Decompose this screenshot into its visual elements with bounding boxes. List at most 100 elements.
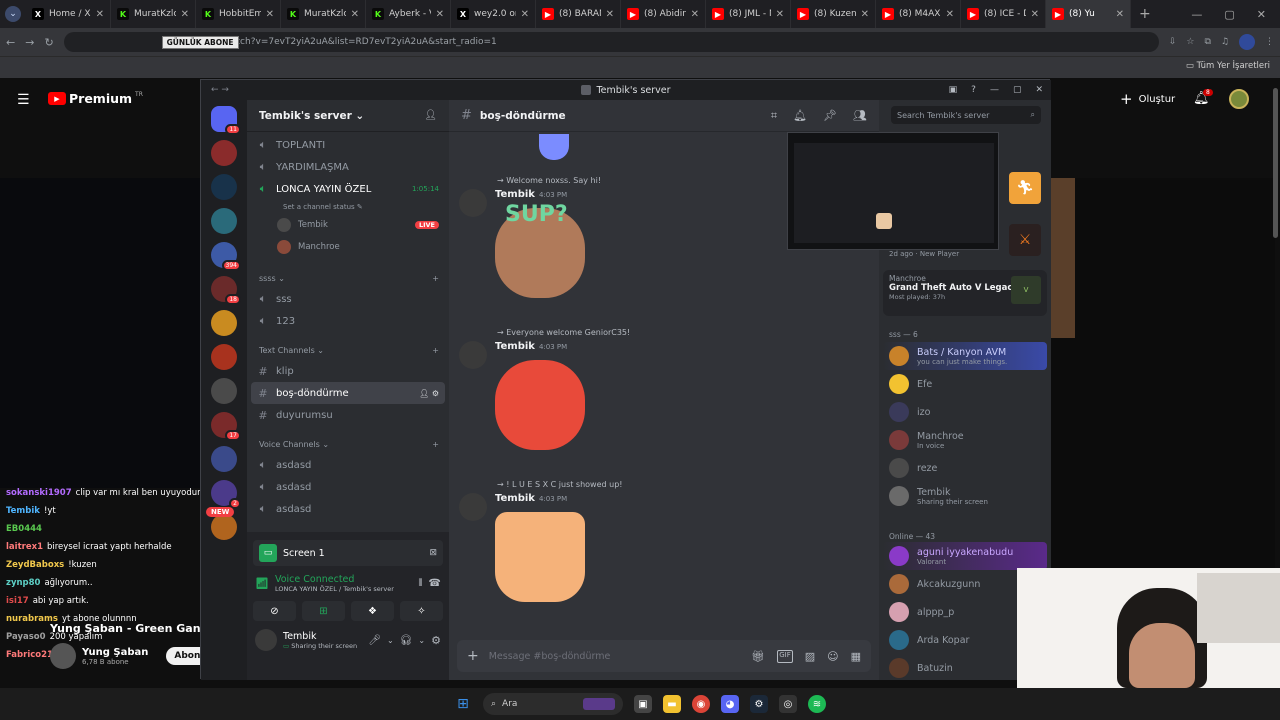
- channel-name[interactable]: Yung Şaban: [82, 647, 148, 658]
- browser-tab[interactable]: ▶ (8) M4AXE ✕: [876, 0, 961, 28]
- server-icon[interactable]: [211, 174, 237, 200]
- voice-user[interactable]: Tembik LIVE: [247, 214, 449, 236]
- tab-close-icon[interactable]: ✕: [861, 9, 869, 20]
- headphones-icon[interactable]: 🎧︎: [400, 635, 413, 646]
- settings-gear-icon[interactable]: ⚙: [431, 634, 441, 647]
- profile-avatar[interactable]: [1239, 34, 1255, 50]
- menu-icon[interactable]: ⋮: [1265, 37, 1274, 47]
- channel-asdasd[interactable]: 🔈︎ asdasd: [247, 454, 449, 476]
- server-icon[interactable]: [211, 514, 237, 540]
- channel-boş-döndürme[interactable]: # boş-döndürme 👤︎ ⚙: [251, 382, 445, 404]
- account-avatar[interactable]: [1229, 89, 1249, 109]
- invite-people-icon[interactable]: 👤︎: [424, 110, 437, 121]
- server-icon[interactable]: [211, 140, 237, 166]
- member-item[interactable]: Tembik Sharing their screen: [879, 482, 1051, 510]
- youtube-logo[interactable]: ▶ Premium TR: [48, 91, 143, 106]
- sticker-icon[interactable]: ▨: [805, 650, 815, 663]
- tab-close-icon[interactable]: ✕: [606, 9, 614, 20]
- server-icon[interactable]: 18: [211, 276, 241, 305]
- server-search-input[interactable]: Search Tembik's server ⌕: [891, 106, 1041, 124]
- task-view-icon[interactable]: ▣: [634, 695, 652, 713]
- server-header[interactable]: Tembik's server ⌄ 👤︎: [247, 100, 449, 132]
- message-avatar[interactable]: [459, 341, 487, 369]
- server-icon[interactable]: 2: [211, 480, 241, 509]
- sticker-image[interactable]: [495, 360, 585, 450]
- server-icon[interactable]: [211, 208, 237, 234]
- add-channel-icon[interactable]: +: [432, 346, 439, 355]
- minimize-icon[interactable]: —: [1191, 8, 1202, 21]
- extensions-icon[interactable]: ⧉: [1204, 37, 1210, 47]
- chevron-down-icon[interactable]: ⌄: [387, 636, 394, 645]
- tab-close-icon[interactable]: ✕: [521, 9, 529, 20]
- channel-status[interactable]: Set a channel status ✎: [247, 200, 449, 214]
- taskbar-search[interactable]: ⌕ Ara: [483, 693, 623, 715]
- activity-card[interactable]: Manchroe Grand Theft Auto V Legacy Most …: [883, 270, 1047, 316]
- browser-tab[interactable]: ▶ (8) Abidin ✕: [621, 0, 706, 28]
- user-name[interactable]: Tembik: [283, 631, 362, 642]
- chevron-down-icon[interactable]: ⌄: [418, 636, 425, 645]
- channel-klip[interactable]: # klip: [247, 360, 449, 382]
- tab-close-icon[interactable]: ✕: [776, 9, 784, 20]
- create-button[interactable]: + Oluştur: [1120, 90, 1175, 108]
- new-tab-button[interactable]: +: [1139, 6, 1151, 22]
- channel-sss[interactable]: 🔈︎ sss: [247, 288, 449, 310]
- file-explorer-icon[interactable]: ▬: [663, 695, 681, 713]
- chat-username[interactable]: Fabrico21: [6, 650, 53, 660]
- maximize-icon[interactable]: ▢: [1224, 8, 1234, 21]
- browser-tab[interactable]: K HobbitEm ✕: [196, 0, 281, 28]
- voice-channel[interactable]: 🔈︎ TOPLANTI: [247, 134, 449, 156]
- chat-username[interactable]: Tembik: [6, 506, 40, 516]
- share-screen-button[interactable]: ⊞: [302, 601, 345, 621]
- voice-connected-label[interactable]: Voice Connected: [275, 574, 412, 585]
- install-icon[interactable]: ⇩: [1169, 37, 1177, 47]
- back-icon[interactable]: ←: [6, 36, 15, 49]
- discord-icon[interactable]: ◕: [721, 695, 739, 713]
- channel-settings-icon[interactable]: 👤︎ ⚙: [419, 389, 439, 398]
- message-author[interactable]: Tembik: [495, 493, 535, 504]
- discord-home-icon[interactable]: 11: [211, 106, 241, 135]
- message-author[interactable]: Tembik: [495, 189, 535, 200]
- member-item[interactable]: Efe: [879, 370, 1051, 398]
- close-icon[interactable]: ✕: [1257, 8, 1266, 21]
- add-channel-icon[interactable]: +: [432, 440, 439, 449]
- tab-close-icon[interactable]: ✕: [266, 9, 274, 20]
- add-channel-icon[interactable]: +: [432, 274, 439, 283]
- tab-close-icon[interactable]: ✕: [181, 9, 189, 20]
- chat-username[interactable]: zynp80: [6, 578, 40, 588]
- channel-avatar[interactable]: [50, 643, 76, 669]
- chat-username[interactable]: laitrex1: [6, 542, 43, 552]
- tab-close-icon[interactable]: ✕: [351, 9, 359, 20]
- browser-tab[interactable]: ▶ (8) Kuzeni ✕: [791, 0, 876, 28]
- server-icon[interactable]: [211, 446, 237, 472]
- channel-123[interactable]: 🔈︎ 123: [247, 310, 449, 332]
- member-item[interactable]: Bats / Kanyon AVM you can just make thing…: [883, 342, 1047, 370]
- tab-close-icon[interactable]: ✕: [1031, 9, 1039, 20]
- page-scrollbar[interactable]: [1273, 88, 1278, 238]
- stream-panel[interactable]: ▭ Screen 1 ⊠: [253, 540, 443, 566]
- channel-duyurumsu[interactable]: # duyurumsu: [247, 404, 449, 426]
- voice-channel[interactable]: 🔈︎ YARDIMLAŞMA: [247, 156, 449, 178]
- tab-close-icon[interactable]: ✕: [1116, 9, 1124, 20]
- emoji-icon[interactable]: ☺: [827, 650, 838, 663]
- member-item[interactable]: reze: [879, 454, 1051, 482]
- browser-tab[interactable]: ▶ (8) BARAN ✕: [536, 0, 621, 28]
- category-ssss[interactable]: ssss ⌄ +: [247, 268, 449, 288]
- message-author[interactable]: Tembik: [495, 341, 535, 352]
- server-icon[interactable]: [211, 378, 237, 404]
- sticker-image[interactable]: [495, 512, 585, 602]
- server-icon[interactable]: 394: [211, 242, 241, 271]
- stop-stream-icon[interactable]: ⊠: [429, 548, 437, 558]
- app-icon[interactable]: ◎: [779, 695, 797, 713]
- voice-channel[interactable]: 🔈︎ LONCA YAYIN ÖZEL 1:05:14: [247, 178, 449, 200]
- forward-icon[interactable]: →: [25, 36, 34, 49]
- attach-plus-icon[interactable]: +: [467, 648, 479, 664]
- browser-tab[interactable]: K MuratKzlc ✕: [281, 0, 366, 28]
- browser-tab[interactable]: K MuratKzlc ✕: [111, 0, 196, 28]
- member-item[interactable]: izo: [879, 398, 1051, 426]
- browser-tab[interactable]: ▶ (8) JML - N ✕: [706, 0, 791, 28]
- nav-arrows-icon[interactable]: ← →: [211, 85, 229, 95]
- message-avatar[interactable]: [459, 189, 487, 217]
- channel-asdasd[interactable]: 🔈︎ asdasd: [247, 476, 449, 498]
- server-icon[interactable]: [211, 344, 237, 370]
- server-icon[interactable]: 17: [211, 412, 241, 441]
